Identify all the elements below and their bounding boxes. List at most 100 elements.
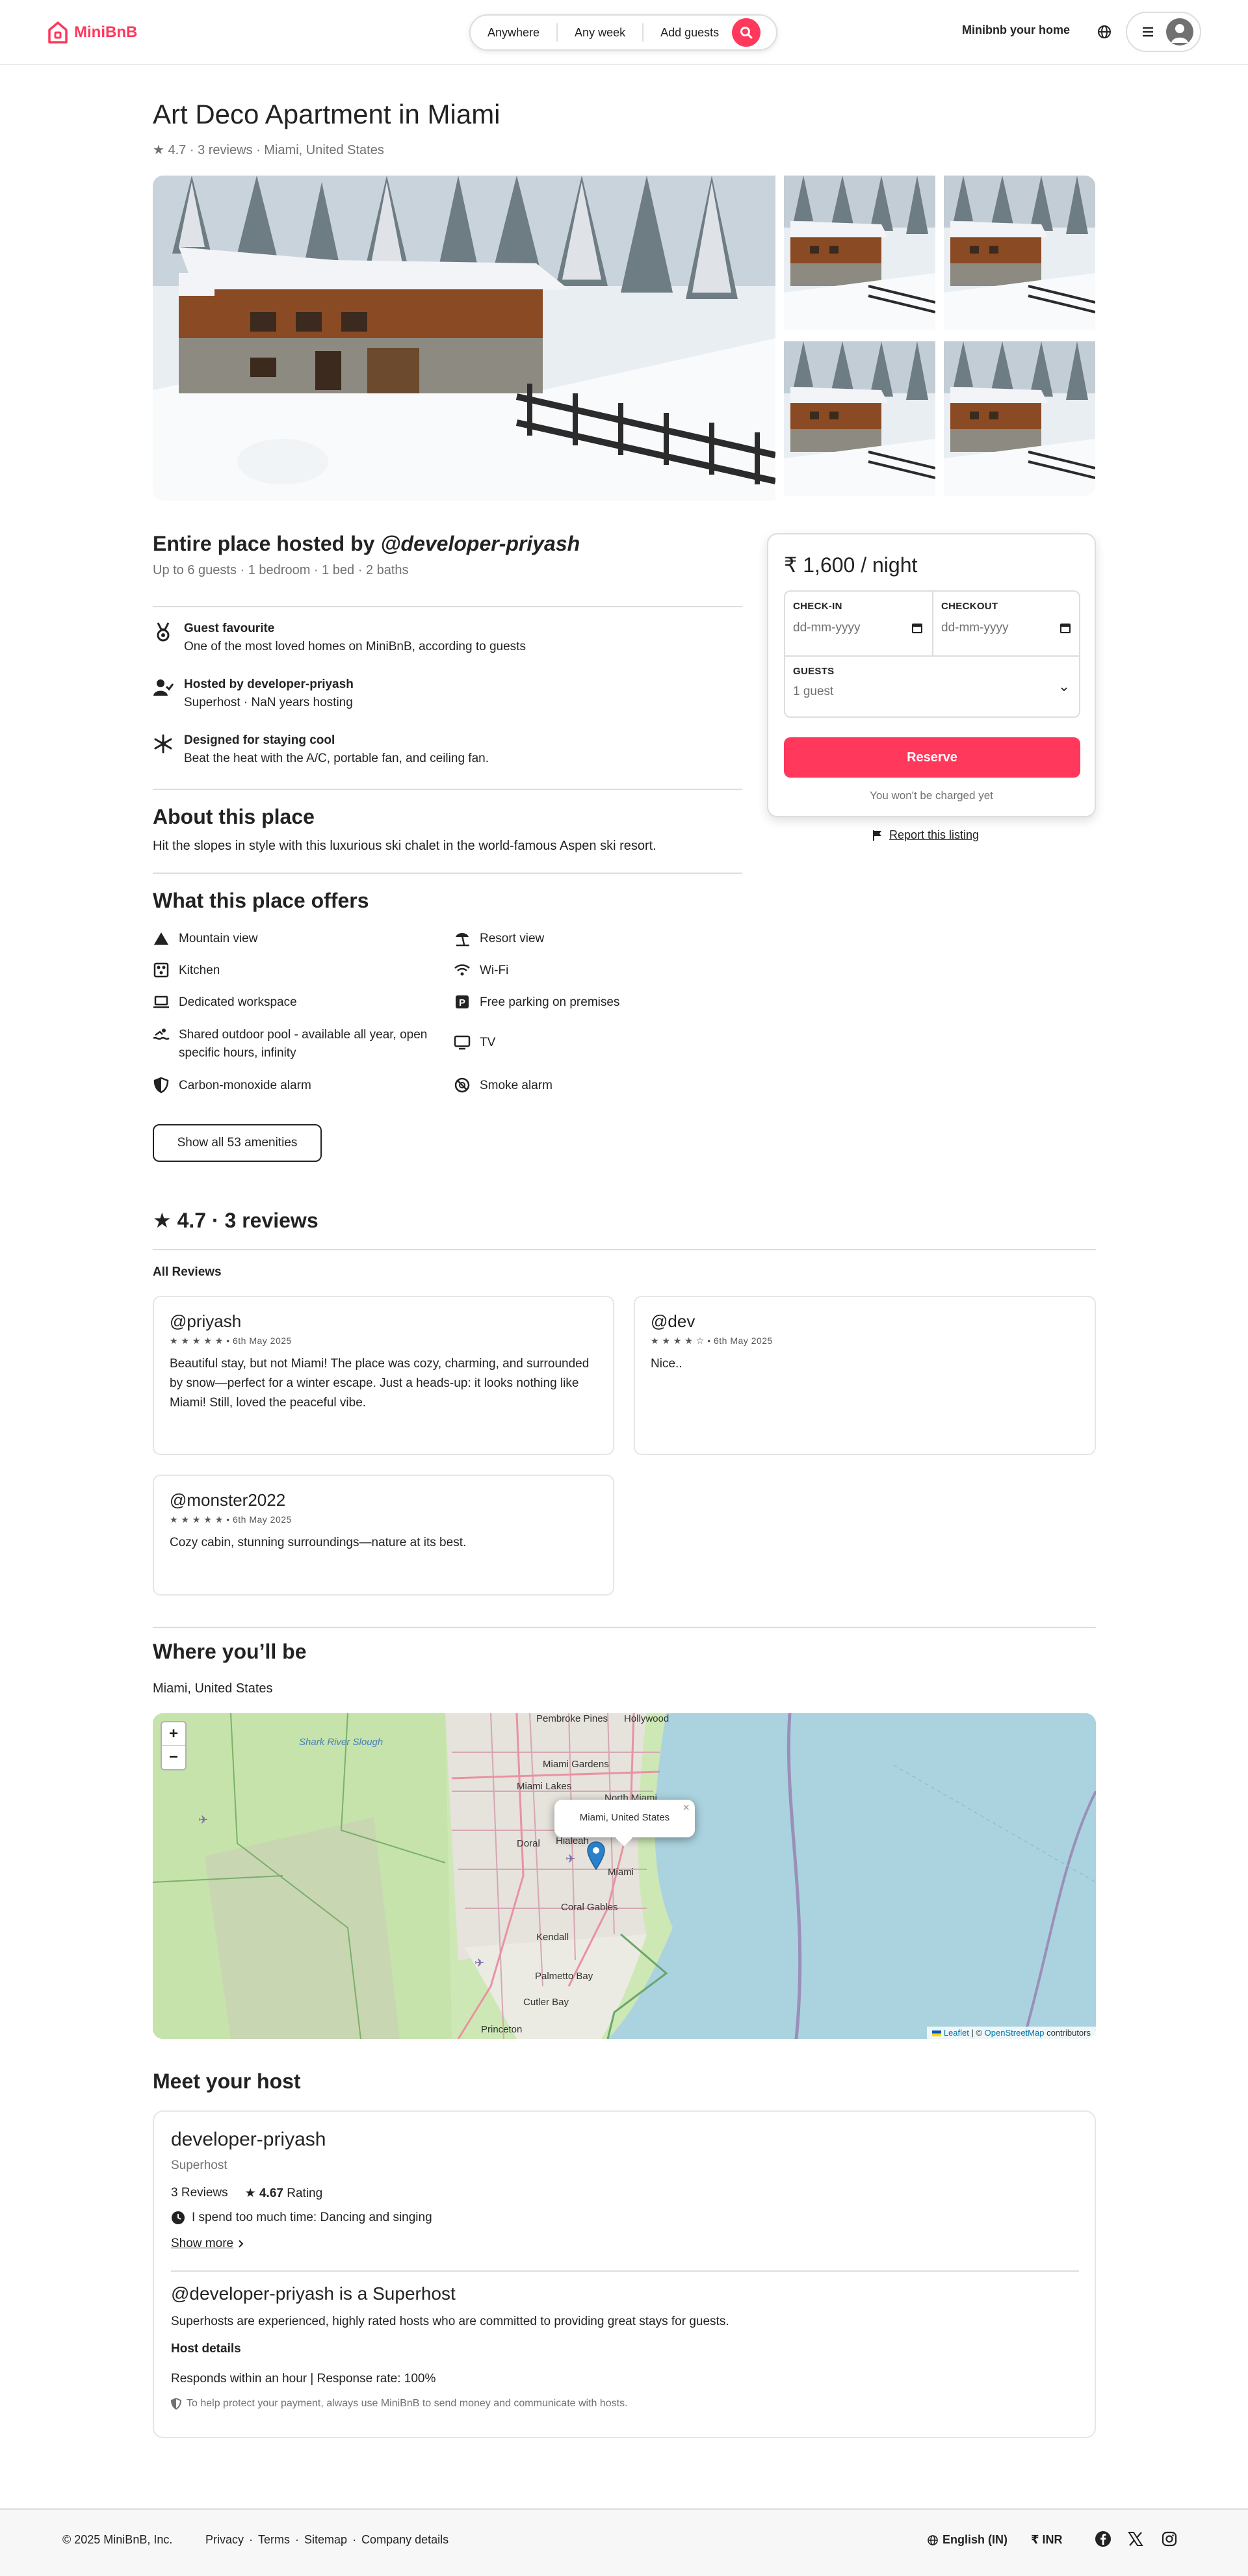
language-selector[interactable]: English (IN) <box>927 2533 1008 2547</box>
instagram-icon[interactable] <box>1161 2530 1178 2547</box>
location-map[interactable]: ✈ ✈ ✈ Shark River Slough Pembroke Pines Ho… <box>153 1713 1096 2039</box>
zoom-out-button[interactable]: − <box>162 1746 185 1769</box>
review-meta: ★ ★ ★ ★ ☆ • 6th May 2025 <box>651 1335 773 1346</box>
gallery-photo-1[interactable] <box>784 176 935 330</box>
map-label: Palmetto Bay <box>535 1971 593 1982</box>
footer-link-sitemap[interactable]: Sitemap <box>304 2533 347 2547</box>
footer-link-company[interactable]: Company details <box>361 2533 448 2547</box>
pool-icon <box>153 1029 170 1040</box>
amenities-heading: What this place offers <box>153 889 369 912</box>
svg-text:P: P <box>459 997 465 1008</box>
reserve-button[interactable]: Reserve <box>784 737 1080 778</box>
location-text: Miami, United States <box>153 1681 273 1696</box>
brand-logo[interactable]: MiniBnB <box>47 20 137 46</box>
review-meta: ★ ★ ★ ★ ★ • 6th May 2025 <box>170 1514 292 1525</box>
map-attribution: Leaflet | © OpenStreetMap contributors <box>926 2027 1096 2039</box>
checkout-label: CHECKOUT <box>941 601 998 612</box>
amenity-item: Shared outdoor pool - available all year… <box>153 1026 439 1062</box>
divider <box>153 1627 1096 1628</box>
leaflet-link[interactable]: Leaflet <box>944 2028 969 2038</box>
map-label: Pembroke Pines <box>536 1713 608 1724</box>
host-fun-fact-text: I spend too much time: Dancing and singi… <box>192 2211 432 2224</box>
amenity-item: Wi-Fi <box>454 962 508 980</box>
beach-umbrella-icon <box>456 933 469 947</box>
gallery-photo-3[interactable] <box>784 341 935 496</box>
show-all-amenities-button[interactable]: Show all 53 amenities <box>153 1124 322 1162</box>
search-any-week[interactable]: Any week <box>558 23 644 42</box>
host-reviews-label: Reviews <box>181 2186 228 2200</box>
user-menu-button[interactable] <box>1126 12 1201 52</box>
amenity-label: Carbon-monoxide alarm <box>179 1079 311 1092</box>
map-label: Kendall <box>536 1932 569 1943</box>
map-label: Cutler Bay <box>523 1997 569 2008</box>
amenity-label: Smoke alarm <box>480 1079 552 1092</box>
host-details-label: Host details <box>171 2342 241 2356</box>
checkin-field[interactable]: CHECK-IN dd-mm-yyyy <box>785 592 933 655</box>
zoom-in-button[interactable]: + <box>162 1722 185 1746</box>
host-role: Superhost <box>171 2159 228 2172</box>
map-label: Doral <box>517 1838 540 1849</box>
checkout-field[interactable]: CHECKOUT dd-mm-yyyy <box>933 592 1082 655</box>
about-heading: About this place <box>153 805 315 828</box>
copyright: © 2025 MiniBnB, Inc. <box>62 2533 173 2546</box>
become-host-link[interactable]: Minibnb your home <box>962 23 1070 37</box>
globe-icon[interactable] <box>1096 23 1113 40</box>
osm-link[interactable]: OpenStreetMap <box>985 2028 1045 2038</box>
search-add-guests[interactable]: Add guests <box>644 23 731 42</box>
feature-desc: Beat the heat with the A/C, portable fan… <box>184 752 489 765</box>
search-anywhere[interactable]: Anywhere <box>471 23 558 42</box>
feature-hosted-by: Hosted by developer-priyash Superhost · … <box>153 677 354 710</box>
laptop-icon <box>153 995 169 1008</box>
currency-selector[interactable]: ₹ INR <box>1031 2533 1063 2547</box>
popup-close-button[interactable]: × <box>682 1801 690 1815</box>
leaflet-flag-icon <box>931 2031 941 2037</box>
globe-icon <box>928 2534 938 2545</box>
guests-select[interactable]: 1 guest <box>793 685 833 699</box>
amenity-label: Dedicated workspace <box>179 995 297 1009</box>
tv-icon <box>454 1035 471 1050</box>
checkout-input[interactable]: dd-mm-yyyy <box>941 621 1008 635</box>
review-card: @monster2022 ★ ★ ★ ★ ★ • 6th May 2025 Co… <box>153 1475 614 1596</box>
footer-link-privacy[interactable]: Privacy <box>205 2533 244 2547</box>
show-more-link[interactable]: Show more <box>171 2237 244 2251</box>
show-more-label[interactable]: Show more <box>171 2237 233 2251</box>
map-label: Shark River Slough <box>299 1737 384 1748</box>
amenity-item: Resort view <box>454 930 544 948</box>
language-label[interactable]: English (IN) <box>942 2533 1008 2547</box>
checkin-input[interactable]: dd-mm-yyyy <box>793 621 860 635</box>
guests-label: GUESTS <box>793 666 835 677</box>
report-label[interactable]: Report this listing <box>889 828 979 842</box>
search-bar[interactable]: Anywhere Any week Add guests <box>469 14 777 51</box>
superhost-desc: Superhosts are experienced, highly rated… <box>171 2315 729 2328</box>
review-card: @dev ★ ★ ★ ★ ☆ • 6th May 2025 Nice.. <box>634 1296 1096 1455</box>
calendar-icon[interactable] <box>1060 622 1071 634</box>
amenity-label: Free parking on premises <box>480 995 620 1009</box>
feature-guest-favourite: Guest favourite One of the most loved ho… <box>153 622 526 654</box>
svg-text:✈: ✈ <box>566 1852 575 1865</box>
report-listing-link[interactable]: Report this listing <box>872 828 979 842</box>
guests-field[interactable]: GUESTS 1 guest <box>785 655 1079 718</box>
gallery-photo-2[interactable] <box>944 176 1095 330</box>
amenity-label: Kitchen <box>179 964 220 977</box>
map-label: Miami Gardens <box>543 1759 609 1770</box>
x-icon[interactable] <box>1127 2530 1144 2547</box>
main-photo[interactable] <box>153 176 775 501</box>
footer-sep: · <box>295 2533 300 2546</box>
search-button[interactable] <box>732 18 761 47</box>
amenity-item: Carbon-monoxide alarm <box>153 1077 311 1095</box>
amenity-item: P Free parking on premises <box>454 993 619 1012</box>
superhost-title: @developer-priyash is a Superhost <box>171 2283 456 2304</box>
reviews-heading: ★ 4.7 · 3 reviews <box>153 1209 318 1232</box>
review-text: Beautiful stay, but not Miami! The place… <box>170 1357 590 1410</box>
divider <box>153 1249 1096 1250</box>
listing-specs: Up to 6 guests · 1 bedroom · 1 bed · 2 b… <box>153 563 409 577</box>
calendar-icon[interactable] <box>911 622 923 634</box>
map-marker-icon[interactable] <box>587 1841 605 1870</box>
footer-link-terms[interactable]: Terms <box>258 2533 290 2547</box>
gallery-photo-4[interactable] <box>944 341 1095 496</box>
no-charge-note: You won't be charged yet <box>870 789 993 802</box>
host-rating-label: Rating <box>287 2187 323 2200</box>
brand-name: MiniBnB <box>74 23 138 41</box>
svg-text:✈: ✈ <box>198 1813 208 1826</box>
facebook-icon[interactable] <box>1095 2530 1112 2547</box>
